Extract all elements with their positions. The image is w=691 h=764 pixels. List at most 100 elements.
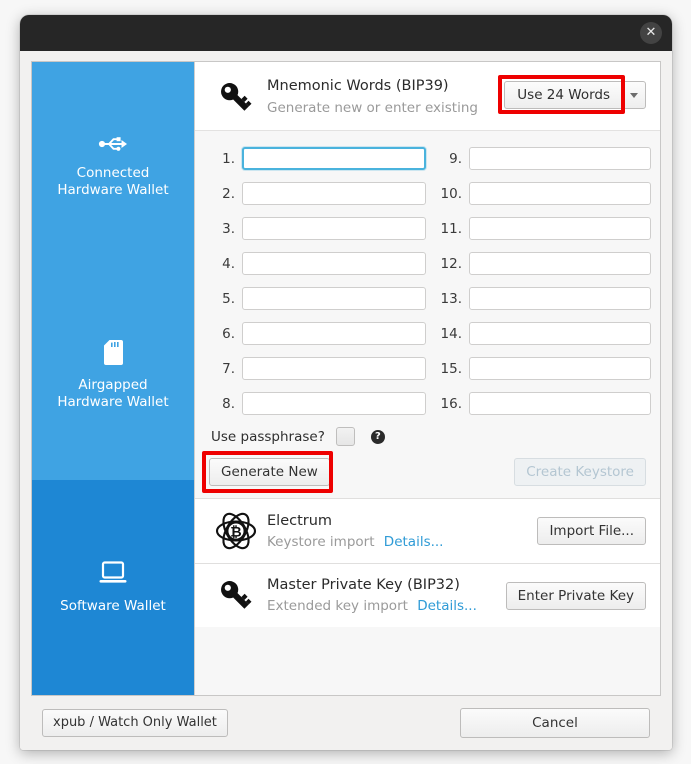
sidebar-item-label-line2: Hardware Wallet <box>57 181 169 198</box>
title-bar: ✕ <box>20 15 672 51</box>
word-input-8[interactable] <box>242 392 426 415</box>
passphrase-row: Use passphrase? ? <box>209 427 646 446</box>
electrum-title: Electrum <box>267 512 333 529</box>
sidebar-item-software-wallet[interactable]: Software Wallet <box>32 480 194 695</box>
word-cell: 2. <box>209 176 426 211</box>
electrum-row[interactable]: ₿ Electrum Keystore import Details... Im… <box>195 498 660 563</box>
sidebar-item-label-line1: Software Wallet <box>60 597 166 614</box>
word-count-dropdown[interactable]: Use 24 Words <box>498 75 646 114</box>
sidebar-item-label-line1: Connected <box>76 164 150 181</box>
mnemonic-word-grid-container: 1. 9. 17. 2. 10. 18. 3. 11. 19. 4. 12. 2… <box>195 130 660 498</box>
word-number: 15. <box>440 360 462 377</box>
sidebar: Connected Hardware Wallet Airgapped Hard… <box>32 62 195 695</box>
word-input-9[interactable] <box>469 147 651 170</box>
word-input-13[interactable] <box>469 287 651 310</box>
word-number: 5. <box>222 290 235 307</box>
word-cell: 9. <box>436 141 651 176</box>
word-cell: 5. <box>209 281 426 316</box>
word-cell: 15. <box>436 351 651 386</box>
laptop-icon <box>97 560 129 591</box>
electrum-details-link[interactable]: Details... <box>384 534 444 550</box>
word-number: 11. <box>440 220 462 237</box>
master-private-key-subtitle: Extended key import <box>267 598 408 614</box>
word-cell: 8. <box>209 386 426 421</box>
word-input-12[interactable] <box>469 252 651 275</box>
word-input-5[interactable] <box>242 287 426 310</box>
word-count-dropdown-toggle[interactable] <box>622 81 646 109</box>
window-body: Connected Hardware Wallet Airgapped Hard… <box>20 51 672 750</box>
close-icon[interactable]: ✕ <box>640 22 662 44</box>
key-icon <box>209 76 263 118</box>
word-number: 1. <box>222 150 235 167</box>
master-private-key-row[interactable]: Master Private Key (BIP32) Extended key … <box>195 563 660 627</box>
word-input-1[interactable] <box>242 147 426 170</box>
word-cell: 3. <box>209 211 426 246</box>
xpub-watch-only-wallet-button[interactable]: xpub / Watch Only Wallet <box>42 709 228 737</box>
word-cell: 11. <box>436 211 651 246</box>
word-cell: 14. <box>436 316 651 351</box>
dialog-window: ✕ Connected Hardware Wallet Airgapped Ha… <box>20 15 672 750</box>
word-cell: 7. <box>209 351 426 386</box>
word-input-16[interactable] <box>469 392 651 415</box>
word-number: 9. <box>449 150 462 167</box>
mnemonic-section-text: Mnemonic Words (BIP39) Generate new or e… <box>263 76 504 118</box>
word-count-button[interactable]: Use 24 Words <box>504 81 622 109</box>
svg-text:₿: ₿ <box>230 524 241 540</box>
mnemonic-section-header: Mnemonic Words (BIP39) Generate new or e… <box>195 62 660 130</box>
sd-card-icon <box>103 340 123 370</box>
generate-new-button[interactable]: Generate New <box>209 458 330 486</box>
word-number: 4. <box>222 255 235 272</box>
word-cell: 1. <box>209 141 426 176</box>
word-cell: 16. <box>436 386 651 421</box>
help-icon[interactable]: ? <box>370 429 385 444</box>
word-input-7[interactable] <box>242 357 426 380</box>
word-number: 7. <box>222 360 235 377</box>
sidebar-item-airgapped-hardware-wallet[interactable]: Airgapped Hardware Wallet <box>32 271 194 480</box>
panel-filler <box>195 627 660 695</box>
master-private-key-text: Master Private Key (BIP32) Extended key … <box>263 575 506 616</box>
word-input-4[interactable] <box>242 252 426 275</box>
electrum-subtitle-row: Keystore import Details... <box>267 532 537 552</box>
word-input-14[interactable] <box>469 322 651 345</box>
dialog-footer: xpub / Watch Only Wallet Cancel <box>31 696 661 750</box>
word-number: 12. <box>440 255 462 272</box>
mnemonic-word-grid: 1. 9. 17. 2. 10. 18. 3. 11. 19. 4. 12. 2… <box>209 141 651 421</box>
word-input-2[interactable] <box>242 182 426 205</box>
sidebar-item-connected-hardware-wallet[interactable]: Connected Hardware Wallet <box>32 62 194 271</box>
word-number: 10. <box>440 185 462 202</box>
sidebar-item-label-line1: Airgapped <box>78 377 148 393</box>
word-number: 16. <box>440 395 462 412</box>
word-input-6[interactable] <box>242 322 426 345</box>
usb-icon <box>98 135 128 158</box>
mnemonic-actions: Generate New Create Keystore <box>202 451 646 493</box>
word-input-15[interactable] <box>469 357 651 380</box>
master-private-key-subtitle-row: Extended key import Details... <box>267 596 506 616</box>
passphrase-label: Use passphrase? <box>211 428 325 445</box>
word-cell: 10. <box>436 176 651 211</box>
word-cell: 13. <box>436 281 651 316</box>
word-count-control: Use 24 Words <box>498 75 646 114</box>
word-number: 2. <box>222 185 235 202</box>
master-private-key-title: Master Private Key (BIP32) <box>267 577 460 593</box>
word-number: 6. <box>222 325 235 342</box>
word-input-11[interactable] <box>469 217 651 240</box>
word-input-10[interactable] <box>469 182 651 205</box>
create-keystore-button[interactable]: Create Keystore <box>514 458 646 486</box>
content-frame: Connected Hardware Wallet Airgapped Hard… <box>31 61 661 696</box>
enter-private-key-button[interactable]: Enter Private Key <box>505 581 646 610</box>
passphrase-checkbox[interactable] <box>335 427 355 446</box>
cancel-button[interactable]: Cancel <box>460 708 650 738</box>
word-cell: 12. <box>436 246 651 281</box>
mnemonic-title: Mnemonic Words (BIP39) <box>267 78 449 94</box>
import-file-button[interactable]: Import File... <box>537 517 646 545</box>
mnemonic-subtitle: Generate new or enter existing <box>267 100 478 116</box>
word-number: 13. <box>440 290 462 307</box>
word-number: 3. <box>222 220 235 237</box>
electrum-subtitle: Keystore import <box>267 533 375 550</box>
word-number: 14. <box>440 325 462 342</box>
master-private-key-details-link[interactable]: Details... <box>417 598 477 614</box>
key-icon <box>209 576 263 616</box>
word-input-3[interactable] <box>242 217 426 240</box>
electrum-atom-icon: ₿ <box>209 510 263 552</box>
chevron-down-icon <box>630 92 638 98</box>
